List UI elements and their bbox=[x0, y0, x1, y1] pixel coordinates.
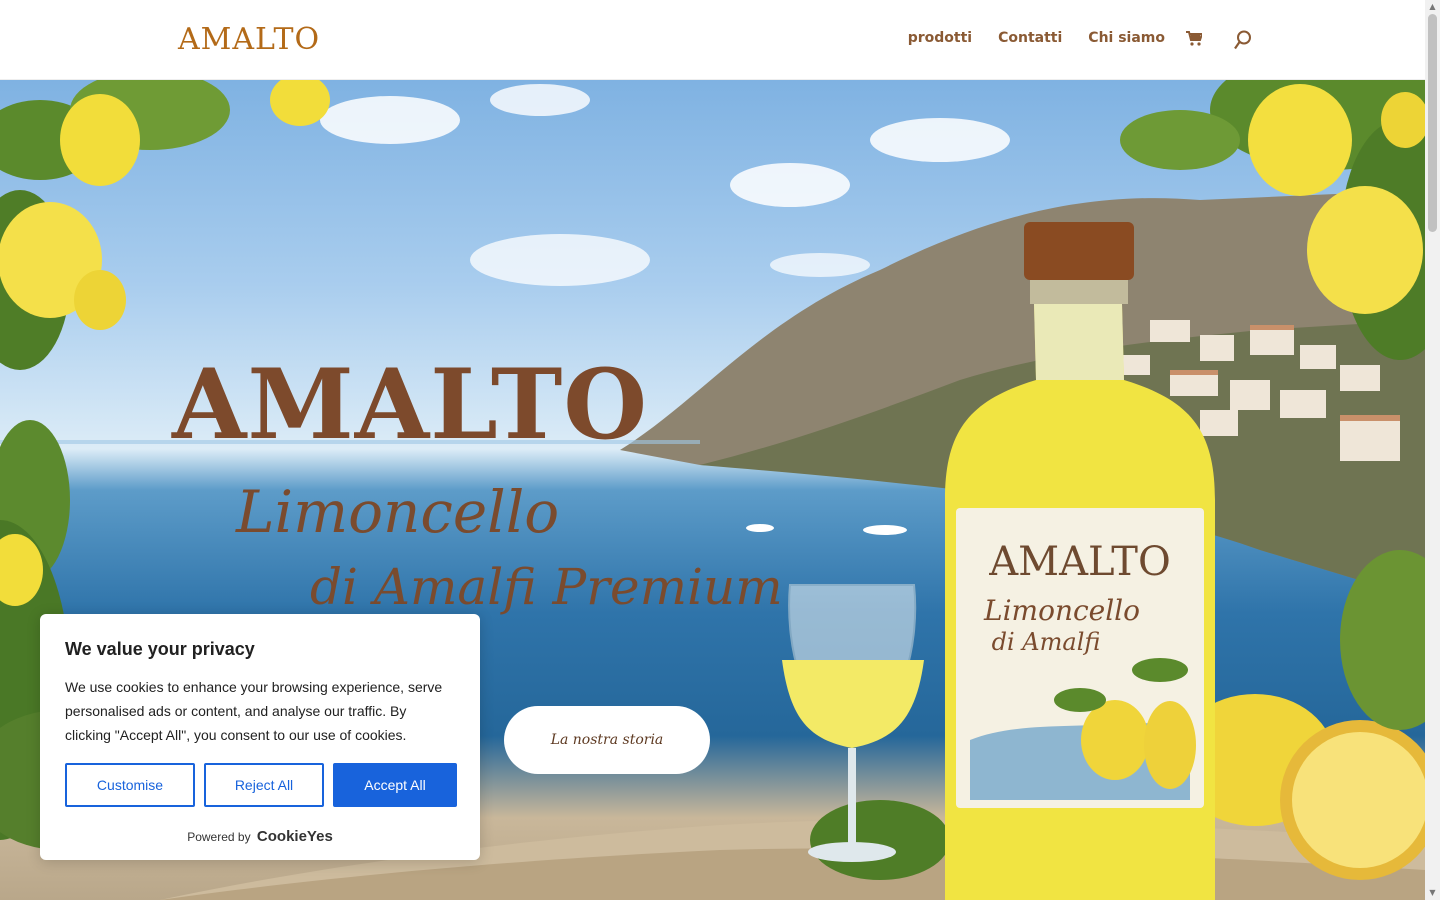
nav-item-contatti[interactable]: Contatti bbox=[998, 30, 1062, 46]
nav-item-chi-siamo[interactable]: Chi siamo bbox=[1088, 30, 1165, 46]
scroll-up-arrow-icon[interactable]: ▲ bbox=[1428, 2, 1437, 12]
cookie-consent-banner: We value your privacy We use cookies to … bbox=[40, 614, 480, 860]
site-logo[interactable]: AMALTO bbox=[178, 22, 320, 57]
cookie-banner-title: We value your privacy bbox=[65, 639, 255, 659]
cookie-button-group: Customise Reject All Accept All bbox=[65, 763, 457, 807]
accept-all-button[interactable]: Accept All bbox=[333, 763, 457, 807]
page-scrollbar[interactable]: ▲ ▼ bbox=[1425, 0, 1440, 900]
powered-by-label: Powered by bbox=[187, 830, 251, 844]
nav-item-prodotti[interactable]: prodotti bbox=[908, 30, 972, 46]
scroll-down-arrow-icon[interactable]: ▼ bbox=[1428, 888, 1437, 898]
bottle-label-line1: Limoncello bbox=[983, 594, 1140, 627]
search-icon[interactable] bbox=[1234, 30, 1252, 50]
our-story-button[interactable]: La nostra storia bbox=[504, 706, 710, 774]
hero-subtitle-line2: di Amalfi Premium bbox=[310, 558, 783, 616]
cookieyes-logo[interactable]: CookieYes bbox=[257, 828, 333, 845]
hero-title: AMALTO bbox=[172, 348, 648, 461]
reject-all-button[interactable]: Reject All bbox=[204, 763, 324, 807]
main-nav: prodotti Contatti Chi siamo bbox=[908, 30, 1165, 46]
scrollbar-thumb[interactable] bbox=[1428, 14, 1437, 232]
site-header: AMALTO prodotti Contatti Chi siamo bbox=[0, 0, 1425, 80]
bottle-label-line2: di Amalfi bbox=[992, 628, 1101, 656]
hero-subtitle-line1: Limoncello bbox=[236, 478, 560, 546]
powered-by: Powered by CookieYes bbox=[40, 828, 480, 845]
bottle-label-brand: AMALTO bbox=[988, 539, 1171, 585]
cart-icon[interactable] bbox=[1186, 31, 1202, 47]
cookie-banner-text: We use cookies to enhance your browsing … bbox=[65, 679, 443, 743]
customise-button[interactable]: Customise bbox=[65, 763, 195, 807]
